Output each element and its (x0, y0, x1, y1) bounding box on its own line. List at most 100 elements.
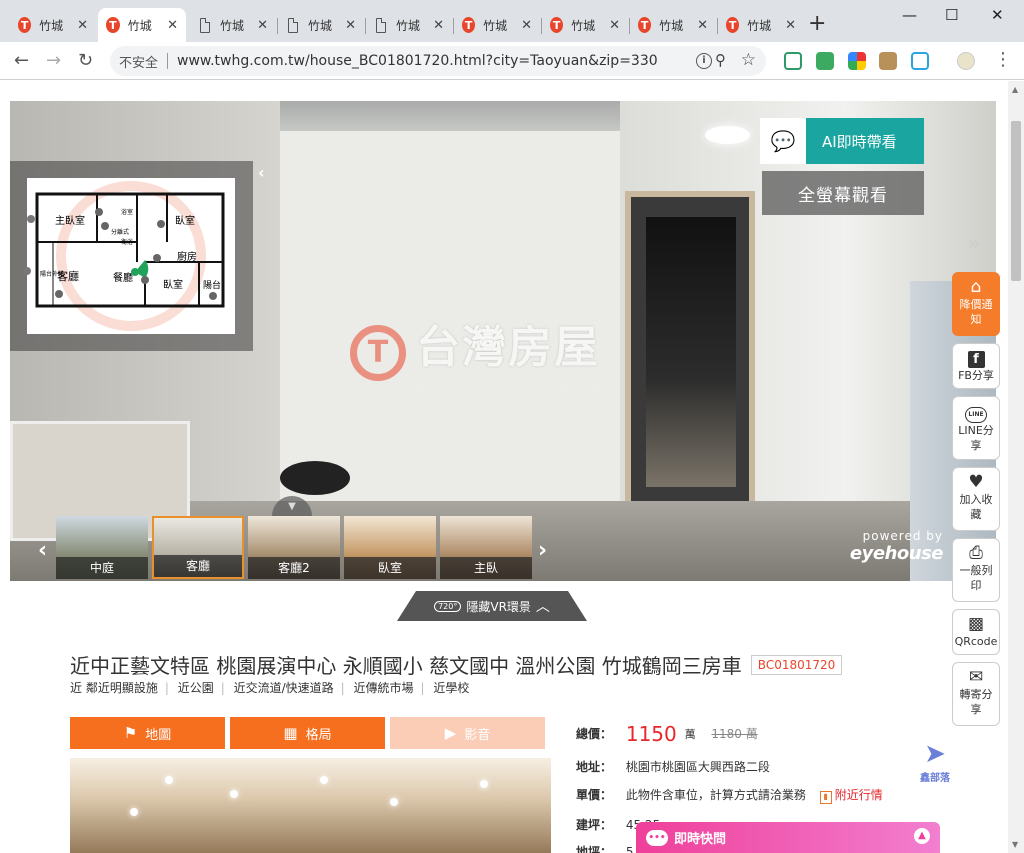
tab-close-icon[interactable]: ✕ (433, 18, 444, 33)
tab-close-icon[interactable]: ✕ (345, 18, 356, 33)
browser-tab[interactable]: T 竹城 ✕ (10, 8, 96, 42)
listing-photo[interactable] (70, 758, 551, 853)
browser-tab-active[interactable]: T 竹城 ✕ (98, 8, 186, 42)
scene-thumbnail[interactable]: 主臥 (440, 516, 532, 579)
line-icon: LINE (953, 401, 999, 423)
price-drop-alert-button[interactable]: ⌂ 降價通知 (952, 272, 1000, 336)
plan-hotspot[interactable] (55, 290, 63, 298)
browser-tab[interactable]: T 竹城 ✕ (454, 8, 540, 42)
extension-color-icon[interactable] (848, 52, 866, 70)
video-button[interactable]: ▶ 影音 (390, 717, 545, 749)
reload-icon[interactable]: ↻ (78, 50, 93, 71)
extension-mail-icon[interactable] (816, 52, 834, 70)
info-icon[interactable]: i (696, 53, 712, 69)
window-close-button[interactable]: ✕ (991, 6, 1004, 24)
nearby-price-link[interactable]: ▮ 附近行情 (819, 788, 883, 804)
floorplan-drawing: 主臥室 浴室 臥室 客廳 餐廳 廚房 臥室 陽台 陽台外移 分離式 衛浴 (35, 181, 225, 331)
forward-share-button[interactable]: ✉ 轉寄分享 (952, 662, 1000, 726)
collapse-floorplan-icon[interactable]: ‹ (258, 163, 265, 182)
tab-close-icon[interactable]: ✕ (77, 18, 88, 33)
scene-thumbnail-selected[interactable]: 客廳 (152, 516, 244, 579)
ai-tour-label: AI即時帶看 (822, 132, 897, 151)
thumbs-next-arrow-icon[interactable]: › (538, 538, 547, 563)
plan-label-split: 分離式 (111, 228, 129, 236)
instant-chat-bar[interactable]: ••• 即時快問 ▲ (636, 822, 940, 853)
tab-title: 竹城 (307, 18, 332, 33)
extension-icon[interactable] (784, 52, 802, 70)
page-scrollbar[interactable]: ▲ ▼ (1008, 81, 1024, 853)
browser-tab-strip: T 竹城 ✕ T 竹城 ✕ 竹城 ✕ 竹城 ✕ 竹城 ✕ T 竹城 ✕ T 竹城… (0, 0, 1024, 42)
tab-close-icon[interactable]: ✕ (167, 18, 178, 33)
window-minimize-button[interactable]: — (902, 6, 917, 24)
bookmark-star-icon[interactable]: ☆ (741, 50, 756, 70)
browser-tab[interactable]: T 竹城 ✕ (718, 8, 804, 42)
add-favorite-button[interactable]: ♥ 加入收藏 (952, 467, 1000, 531)
browser-tab[interactable]: T 竹城 ✕ (542, 8, 628, 42)
fullscreen-button[interactable]: 全螢幕觀看 (762, 171, 924, 215)
plan-hotspot[interactable] (209, 292, 217, 300)
scrollbar-thumb[interactable] (1011, 121, 1021, 281)
forward-arrow-icon[interactable]: → (46, 50, 61, 71)
sidebar-label: 降價通知 (959, 298, 993, 326)
plan-side-dot[interactable] (27, 215, 35, 223)
line-share-button[interactable]: LINE LINE分享 (952, 396, 1000, 460)
layout-button[interactable]: ▦ 格局 (230, 717, 385, 749)
tab-close-icon[interactable]: ✕ (609, 18, 620, 33)
browser-tab[interactable]: 竹城 ✕ (366, 8, 452, 42)
plan-label-bath: 浴室 (121, 208, 133, 216)
map-button[interactable]: ⚑ 地圖 (70, 717, 225, 749)
tab-close-icon[interactable]: ✕ (257, 18, 268, 33)
layout-button-label: 格局 (305, 727, 332, 743)
play-icon: ▶ (444, 724, 457, 742)
browser-tab[interactable]: T 竹城 ✕ (630, 8, 716, 42)
address-value: 桃園市桃園區大興西路二段 (625, 760, 770, 774)
window-maximize-button[interactable]: ☐ (945, 6, 958, 24)
hide-vr-toggle[interactable]: 720° 隱藏VR環景 ︿ (397, 591, 587, 621)
scroll-up-arrow-icon[interactable]: ▲ (1012, 85, 1018, 94)
print-button[interactable]: ⎙ 一般列印 (952, 538, 1000, 602)
ai-tour-button[interactable]: 💬 AI即時帶看 (760, 118, 924, 164)
qrcode-button[interactable]: ▩ QRcode (952, 609, 1000, 655)
floorplan-image[interactable]: 主臥室 浴室 臥室 客廳 餐廳 廚房 臥室 陽台 陽台外移 分離式 衛浴 (27, 178, 235, 334)
scene-thumbnail[interactable]: 中庭 (56, 516, 148, 579)
tab-close-icon[interactable]: ✕ (785, 18, 796, 33)
scene-thumbnail[interactable]: 客廳2 (248, 516, 340, 579)
plan-label-balcony-ext: 陽台外移 (40, 270, 64, 278)
double-chevron-right-icon[interactable]: » (968, 231, 980, 255)
document-icon (288, 17, 298, 33)
browser-menu-icon[interactable]: ⋮ (994, 49, 1012, 70)
pano-doorway (625, 191, 755, 501)
browser-tab[interactable]: 竹城 ✕ (278, 8, 364, 42)
vr-panorama-viewer[interactable]: T 台灣房屋 愛家・愛地球 主臥室 浴室 臥室 客廳 餐廳 廚房 臥室 陽台 陽… (10, 101, 996, 581)
chevron-up-icon[interactable]: ▲ (914, 828, 930, 844)
browser-tab[interactable]: 竹城 ✕ (190, 8, 276, 42)
plan-hotspot[interactable] (141, 276, 149, 284)
extension-translate-icon[interactable] (911, 52, 929, 70)
extension-box-icon[interactable] (879, 52, 897, 70)
security-label[interactable]: 不安全 (119, 52, 158, 71)
new-tab-button[interactable]: + (808, 11, 826, 36)
qrcode-icon: ▩ (967, 614, 985, 634)
plan-hotspot[interactable] (157, 220, 165, 228)
plan-hotspot[interactable] (153, 254, 161, 262)
tab-close-icon[interactable]: ✕ (697, 18, 708, 33)
url-text[interactable]: www.twhg.com.tw/house_BC01801720.html?ci… (177, 53, 657, 69)
search-icon[interactable]: ⚲ (715, 51, 726, 69)
address-bar[interactable]: i 不安全 www.twhg.com.tw/house_BC01801720.h… (110, 46, 766, 76)
address-label: 地址： (576, 760, 613, 774)
back-arrow-icon[interactable]: ← (14, 50, 29, 71)
scroll-down-arrow-icon[interactable]: ▼ (1012, 840, 1018, 849)
plan-hotspot[interactable] (95, 208, 103, 216)
thumbs-prev-arrow-icon[interactable]: ‹ (38, 538, 47, 563)
scene-thumbnail[interactable]: 臥室 (344, 516, 436, 579)
profile-avatar[interactable] (957, 52, 975, 70)
xbl-brand-logo: ➤ 鑫部落 (910, 739, 960, 784)
plan-side-dot[interactable] (23, 267, 31, 275)
scene-thumbnail-label: 臥室 (344, 557, 436, 579)
facebook-icon: f (953, 348, 999, 368)
tab-title: 竹城 (571, 18, 596, 33)
tab-close-icon[interactable]: ✕ (521, 18, 532, 33)
plan-hotspot[interactable] (101, 222, 109, 230)
sidebar-label: 轉寄分享 (959, 688, 993, 716)
fb-share-button[interactable]: f FB分享 (952, 343, 1000, 389)
